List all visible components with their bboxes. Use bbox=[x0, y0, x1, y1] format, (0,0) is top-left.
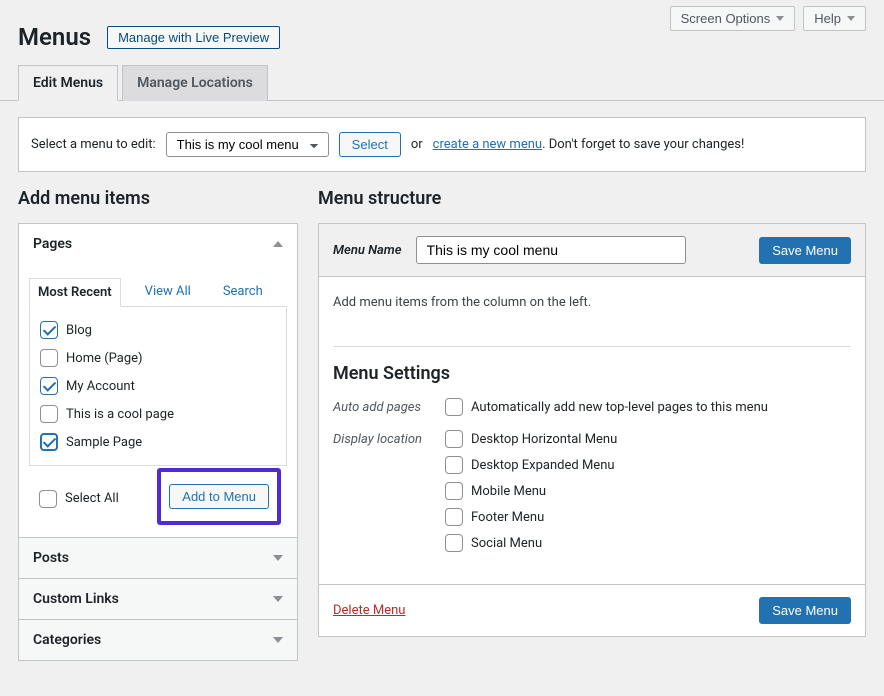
expand-icon bbox=[273, 596, 283, 602]
auto-add-checkbox[interactable] bbox=[445, 398, 463, 416]
page-checkbox[interactable] bbox=[40, 321, 58, 339]
menu-select[interactable]: This is my cool menu bbox=[166, 132, 329, 157]
location-checkbox[interactable] bbox=[445, 482, 463, 500]
create-menu-link[interactable]: create a new menu bbox=[433, 137, 542, 152]
select-menu-row: Select a menu to edit: This is my cool m… bbox=[18, 117, 866, 172]
pages-checklist: Blog Home (Page) My Account This is a co… bbox=[29, 307, 287, 466]
add-to-menu-highlight: Add to Menu bbox=[157, 468, 281, 525]
page-checkbox[interactable] bbox=[40, 377, 58, 395]
select-tail-text: . Don't forget to save your changes! bbox=[542, 137, 744, 152]
page-checkbox[interactable] bbox=[40, 405, 58, 423]
tab-manage-locations[interactable]: Manage Locations bbox=[122, 65, 268, 101]
live-preview-button[interactable]: Manage with Live Preview bbox=[107, 26, 280, 49]
page-item[interactable]: Sample Page bbox=[40, 433, 276, 451]
or-text: or bbox=[411, 137, 423, 152]
screen-options-button[interactable]: Screen Options bbox=[670, 6, 796, 31]
select-all-checkbox[interactable] bbox=[39, 490, 57, 508]
categories-panel-toggle[interactable]: Categories bbox=[19, 620, 297, 660]
help-button[interactable]: Help bbox=[803, 6, 866, 31]
pages-panel-title: Pages bbox=[33, 236, 72, 252]
page-item[interactable]: Blog bbox=[40, 321, 276, 339]
expand-icon bbox=[273, 637, 283, 643]
location-checkbox[interactable] bbox=[445, 508, 463, 526]
page-checkbox[interactable] bbox=[40, 349, 58, 367]
custom-links-panel-toggle[interactable]: Custom Links bbox=[19, 579, 297, 619]
categories-panel: Categories bbox=[18, 619, 298, 661]
page-item[interactable]: My Account bbox=[40, 377, 276, 395]
pages-tab-search[interactable]: Search bbox=[215, 278, 271, 307]
menu-name-input[interactable] bbox=[416, 236, 686, 264]
location-checkbox[interactable] bbox=[445, 534, 463, 552]
save-menu-button-bottom[interactable]: Save Menu bbox=[759, 597, 851, 624]
menu-body-text: Add menu items from the column on the le… bbox=[333, 295, 851, 310]
pages-panel: Pages Most Recent View All Search Blog H… bbox=[18, 223, 298, 538]
pages-tab-viewall[interactable]: View All bbox=[137, 278, 199, 307]
menu-structure-heading: Menu structure bbox=[318, 188, 866, 209]
posts-panel-toggle[interactable]: Posts bbox=[19, 538, 297, 578]
tab-edit-menus[interactable]: Edit Menus bbox=[18, 65, 118, 101]
divider bbox=[333, 346, 851, 347]
collapse-icon bbox=[273, 241, 283, 247]
menu-name-label: Menu Name bbox=[333, 243, 402, 258]
display-location-label: Display location bbox=[333, 430, 431, 447]
location-option[interactable]: Desktop Horizontal Menu bbox=[445, 430, 617, 448]
select-all-label[interactable]: Select All bbox=[39, 490, 119, 508]
location-option[interactable]: Footer Menu bbox=[445, 508, 617, 526]
auto-add-label: Auto add pages bbox=[333, 398, 431, 415]
location-option[interactable]: Desktop Expanded Menu bbox=[445, 456, 617, 474]
menu-structure-box: Menu Name Save Menu Add menu items from … bbox=[318, 223, 866, 637]
caret-down-icon bbox=[847, 16, 855, 21]
pages-tab-recent[interactable]: Most Recent bbox=[29, 278, 121, 307]
page-item[interactable]: Home (Page) bbox=[40, 349, 276, 367]
menu-settings-heading: Menu Settings bbox=[333, 363, 851, 384]
select-menu-label: Select a menu to edit: bbox=[31, 137, 156, 152]
location-checkbox[interactable] bbox=[445, 456, 463, 474]
help-label: Help bbox=[814, 11, 841, 26]
save-menu-button-top[interactable]: Save Menu bbox=[759, 237, 851, 264]
pages-panel-toggle[interactable]: Pages bbox=[19, 224, 297, 264]
location-option[interactable]: Mobile Menu bbox=[445, 482, 617, 500]
page-title: Menus bbox=[18, 23, 91, 51]
location-checkbox[interactable] bbox=[445, 430, 463, 448]
caret-down-icon bbox=[776, 16, 784, 21]
select-button[interactable]: Select bbox=[339, 132, 401, 157]
delete-menu-link[interactable]: Delete Menu bbox=[333, 603, 405, 618]
location-option[interactable]: Social Menu bbox=[445, 534, 617, 552]
page-item[interactable]: This is a cool page bbox=[40, 405, 276, 423]
page-checkbox[interactable] bbox=[40, 433, 58, 451]
add-items-heading: Add menu items bbox=[18, 188, 298, 209]
expand-icon bbox=[273, 555, 283, 561]
screen-options-label: Screen Options bbox=[681, 11, 771, 26]
auto-add-option[interactable]: Automatically add new top-level pages to… bbox=[445, 398, 768, 416]
posts-panel: Posts bbox=[18, 537, 298, 579]
custom-links-panel: Custom Links bbox=[18, 578, 298, 620]
add-to-menu-button[interactable]: Add to Menu bbox=[169, 484, 269, 509]
